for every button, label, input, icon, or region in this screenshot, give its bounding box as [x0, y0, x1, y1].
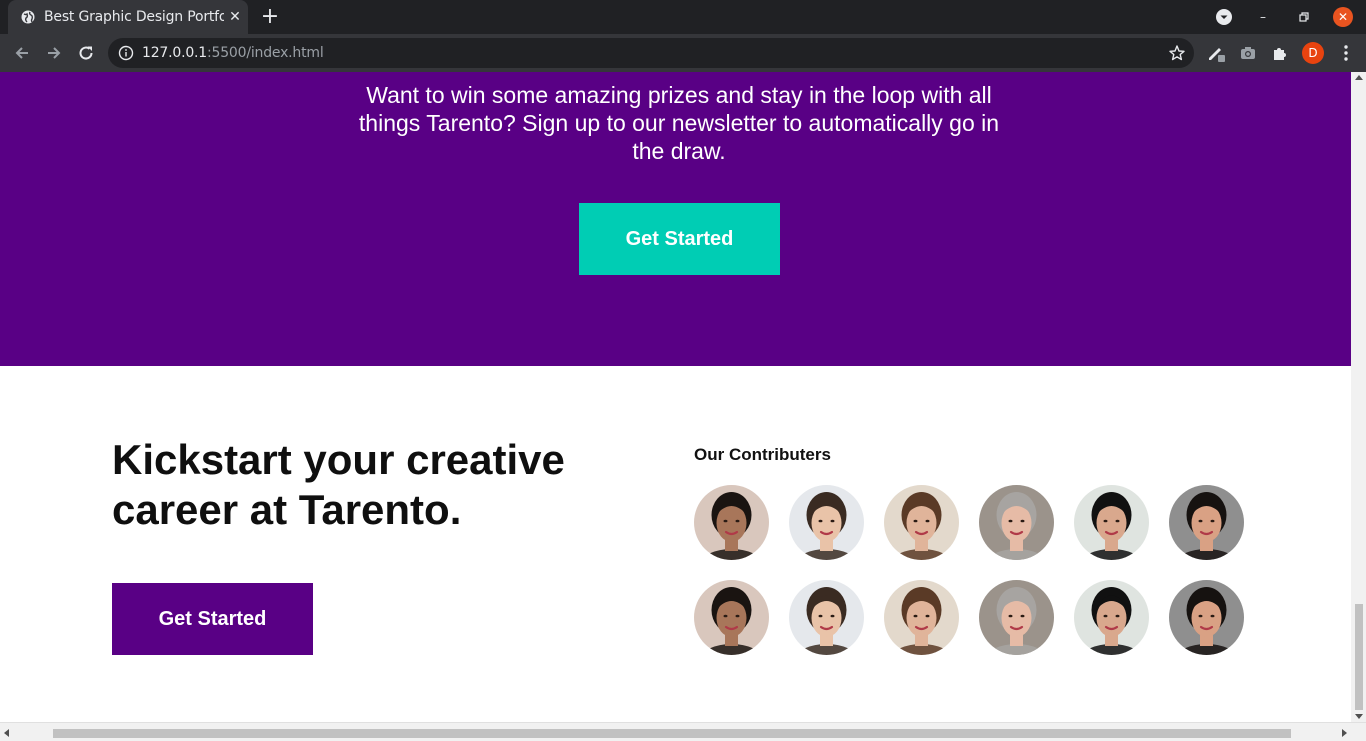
globe-icon [21, 10, 35, 24]
horizontal-scroll-thumb[interactable] [53, 729, 1291, 738]
tab-search-button[interactable] [1214, 7, 1234, 27]
menu-icon[interactable] [1336, 43, 1356, 63]
contributor-avatar [1074, 485, 1149, 560]
chevron-down-icon [1216, 9, 1232, 25]
newsletter-section: Want to win some amazing prizes and stay… [0, 72, 1351, 366]
kickstart-heading: Kickstart your creative career at Tarent… [112, 436, 565, 533]
new-tab-button[interactable]: + [258, 6, 282, 28]
scroll-up-arrow[interactable] [1355, 75, 1363, 80]
contributor-avatar [979, 485, 1054, 560]
contributor-avatar [884, 580, 959, 655]
browser-tab[interactable]: Best Graphic Design Portfolio ✕ [8, 0, 248, 34]
contributor-avatar [789, 485, 864, 560]
minimize-button[interactable]: – [1253, 7, 1273, 27]
newsletter-text: Want to win some amazing prizes and stay… [358, 82, 1000, 164]
browser-toolbar: 127.0.0.1:5500/index.html D [0, 34, 1366, 72]
vertical-scrollbar[interactable] [1351, 72, 1366, 722]
restore-icon [1299, 12, 1309, 22]
contributor-avatar [1074, 580, 1149, 655]
extensions-icon[interactable] [1270, 43, 1290, 63]
forward-icon[interactable] [44, 43, 64, 63]
contributor-avatar [1169, 485, 1244, 560]
camera-icon[interactable] [1238, 43, 1258, 63]
star-icon[interactable] [1168, 44, 1186, 62]
edit-icon[interactable] [1206, 43, 1226, 63]
scroll-right-arrow[interactable] [1342, 729, 1347, 737]
contributor-avatar [789, 580, 864, 655]
tab-title: Best Graphic Design Portfolio [44, 9, 224, 25]
tab-close-icon[interactable]: ✕ [227, 9, 243, 25]
contributor-avatar [1169, 580, 1244, 655]
scroll-down-arrow[interactable] [1355, 714, 1363, 719]
browser-tab-bar: Best Graphic Design Portfolio ✕ + – ✕ [0, 0, 1366, 34]
profile-avatar[interactable]: D [1302, 42, 1324, 64]
restore-button[interactable] [1293, 7, 1313, 27]
vertical-scroll-thumb[interactable] [1355, 604, 1363, 710]
contributor-avatar [884, 485, 959, 560]
close-window-button[interactable]: ✕ [1333, 7, 1353, 27]
contributor-avatar [694, 580, 769, 655]
newsletter-get-started-button[interactable]: Get Started [579, 203, 780, 275]
page-viewport: Want to win some amazing prizes and stay… [0, 72, 1351, 722]
scroll-left-arrow[interactable] [4, 729, 9, 737]
contributor-avatar [694, 485, 769, 560]
url-text: 127.0.0.1:5500/index.html [142, 45, 324, 61]
reload-icon[interactable] [76, 43, 96, 63]
back-icon[interactable] [12, 43, 32, 63]
kickstart-get-started-button[interactable]: Get Started [112, 583, 313, 655]
info-icon[interactable] [118, 45, 134, 61]
address-bar[interactable]: 127.0.0.1:5500/index.html [108, 38, 1194, 68]
horizontal-scrollbar[interactable] [0, 722, 1366, 741]
contributor-avatar [979, 580, 1054, 655]
contributors-heading: Our Contributers [694, 445, 831, 464]
